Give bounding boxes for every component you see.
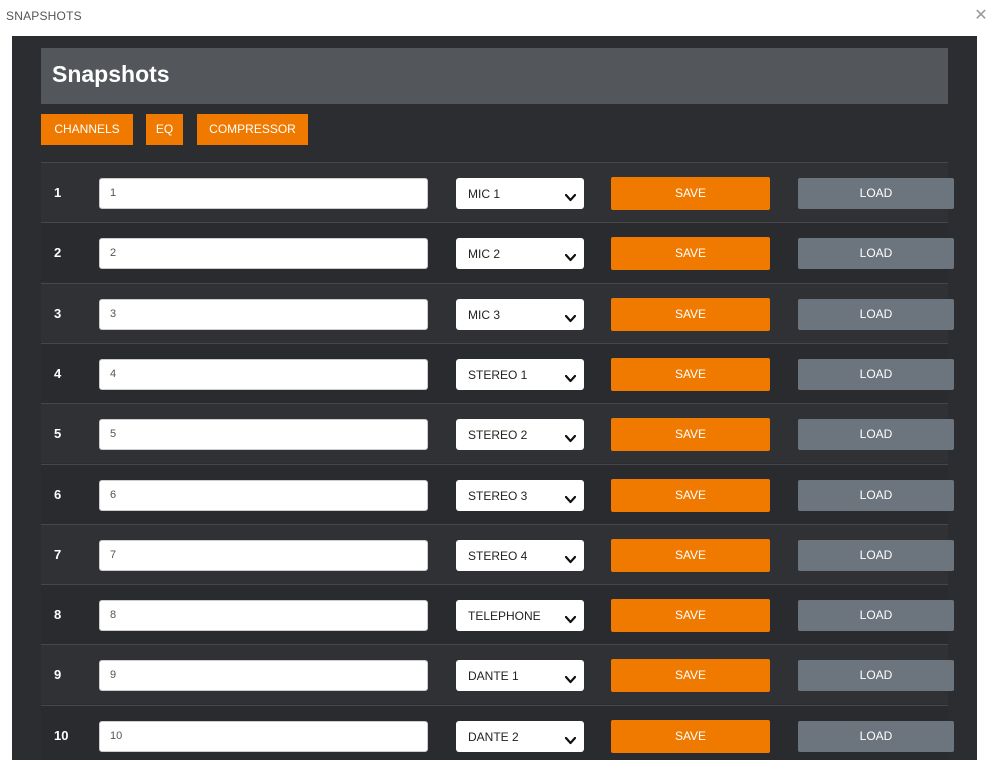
channel-select[interactable]: MIC 1 [456,178,584,209]
snapshot-number: 5 [54,426,62,442]
load-button[interactable]: LOAD [798,238,954,270]
load-button[interactable]: LOAD [798,539,954,571]
snapshot-row: 5 5 STEREO 2 SAVE LOAD [41,403,954,464]
snapshot-row: 6 6 STEREO 3 SAVE LOAD [41,463,954,524]
save-button[interactable]: SAVE [611,418,770,452]
snapshot-name-input[interactable]: 6 [99,479,428,511]
channel-select[interactable]: STEREO 1 [456,358,584,390]
channel-select-value: MIC 3 [468,307,501,322]
snapshot-number: 4 [54,365,62,381]
channel-select-value: STEREO 1 [468,367,528,382]
load-button[interactable]: LOAD [798,178,954,209]
snapshot-name-value: 8 [110,609,117,622]
close-icon[interactable]: ✕ [972,6,990,26]
snapshot-name-value: 10 [110,729,123,742]
snapshot-name-value: 7 [110,548,117,561]
snapshot-row: 9 9 DANTE 1 SAVE LOAD [41,644,954,705]
save-button[interactable]: SAVE [611,478,770,512]
channel-select[interactable]: TELEPHONE [456,600,584,632]
page-title: Snapshots [52,61,170,87]
save-button[interactable]: SAVE [611,719,770,753]
snapshots-panel: Snapshots CHANNELS EQ COMPRESSOR 1 1 MIC 1… [12,36,977,760]
channel-select[interactable]: MIC 2 [456,238,584,270]
channel-select-value: TELEPHONE [468,609,541,624]
chevron-down-icon [564,491,577,509]
chevron-down-icon [564,370,577,388]
snapshot-name-input[interactable]: 5 [99,419,428,451]
snapshot-name-input[interactable]: 4 [99,358,428,390]
snapshot-name-input[interactable]: 2 [99,238,428,270]
snapshot-row: 2 2 MIC 2 SAVE LOAD [41,222,954,283]
snapshot-number: 9 [54,667,62,683]
tab-compressor[interactable]: COMPRESSOR [197,114,308,145]
load-button[interactable]: LOAD [798,358,954,390]
channel-select[interactable]: STEREO 2 [456,419,584,451]
page-header: Snapshots [41,48,948,104]
load-button[interactable]: LOAD [798,298,954,330]
snapshot-name-input[interactable]: 8 [99,600,428,632]
snapshot-name-value: 2 [110,247,117,260]
save-button[interactable]: SAVE [611,237,770,271]
channel-select[interactable]: STEREO 3 [456,479,584,511]
snapshot-name-input[interactable]: 9 [99,660,428,692]
chevron-down-icon [564,611,577,629]
snapshot-name-input[interactable]: 7 [99,539,428,571]
channel-select-value: MIC 1 [468,187,501,201]
load-button[interactable]: LOAD [798,419,954,451]
channel-select-value: STEREO 3 [468,488,528,503]
snapshot-row: 4 4 STEREO 1 SAVE LOAD [41,342,954,403]
snapshot-row: 7 7 STEREO 4 SAVE LOAD [41,523,954,584]
save-button[interactable]: SAVE [611,599,770,633]
snapshot-name-value: 1 [110,187,117,199]
snapshot-name-input[interactable]: 1 [99,178,428,209]
snapshot-number: 3 [54,305,62,321]
chevron-down-icon [564,551,577,569]
snapshot-name-input[interactable]: 3 [99,298,428,330]
snapshot-number: 10 [54,727,69,743]
snapshot-row: 8 8 TELEPHONE SAVE LOAD [41,584,954,645]
snapshot-name-value: 5 [110,428,117,441]
channel-select[interactable]: DANTE 2 [456,720,584,752]
snapshot-row: 10 10 DANTE 2 SAVE LOAD [41,704,954,760]
chevron-down-icon [564,430,577,448]
snapshot-name-value: 4 [110,367,117,380]
save-button[interactable]: SAVE [611,177,770,210]
snapshot-name-input[interactable]: 10 [99,720,428,752]
chevron-down-icon [564,310,577,328]
channel-select-value: STEREO 4 [468,548,528,563]
snapshot-row: 1 1 MIC 1 SAVE LOAD [41,162,954,222]
chevron-down-icon [564,732,577,750]
chevron-down-icon [564,189,577,207]
channel-select-value: DANTE 2 [468,729,519,744]
chevron-down-icon [564,249,577,267]
window-titlebar: SNAPSHOTS ✕ [0,0,990,36]
load-button[interactable]: LOAD [798,600,954,632]
snapshot-number: 2 [54,245,62,261]
channel-select[interactable]: DANTE 1 [456,660,584,692]
window-title: SNAPSHOTS [6,9,82,23]
save-button[interactable]: SAVE [611,659,770,693]
tab-channels[interactable]: CHANNELS [41,114,133,145]
save-button[interactable]: SAVE [611,297,770,331]
snapshot-number: 7 [54,546,62,562]
save-button[interactable]: SAVE [611,357,770,391]
channel-select-value: STEREO 2 [468,428,528,443]
load-button[interactable]: LOAD [798,660,954,692]
save-button[interactable]: SAVE [611,538,770,572]
channel-select-value: DANTE 1 [468,669,519,684]
snapshot-name-value: 9 [110,669,117,682]
snapshot-name-value: 3 [110,307,117,320]
chevron-down-icon [564,671,577,689]
snapshot-name-value: 6 [110,488,117,501]
snapshot-number: 1 [54,185,62,200]
channel-select[interactable]: MIC 3 [456,298,584,330]
snapshot-number: 8 [54,607,62,623]
load-button[interactable]: LOAD [798,720,954,752]
channel-select-value: MIC 2 [468,247,501,262]
snapshot-row: 3 3 MIC 3 SAVE LOAD [41,282,954,343]
channel-select[interactable]: STEREO 4 [456,539,584,571]
load-button[interactable]: LOAD [798,479,954,511]
snapshot-number: 6 [54,486,62,502]
tab-eq[interactable]: EQ [146,114,183,145]
